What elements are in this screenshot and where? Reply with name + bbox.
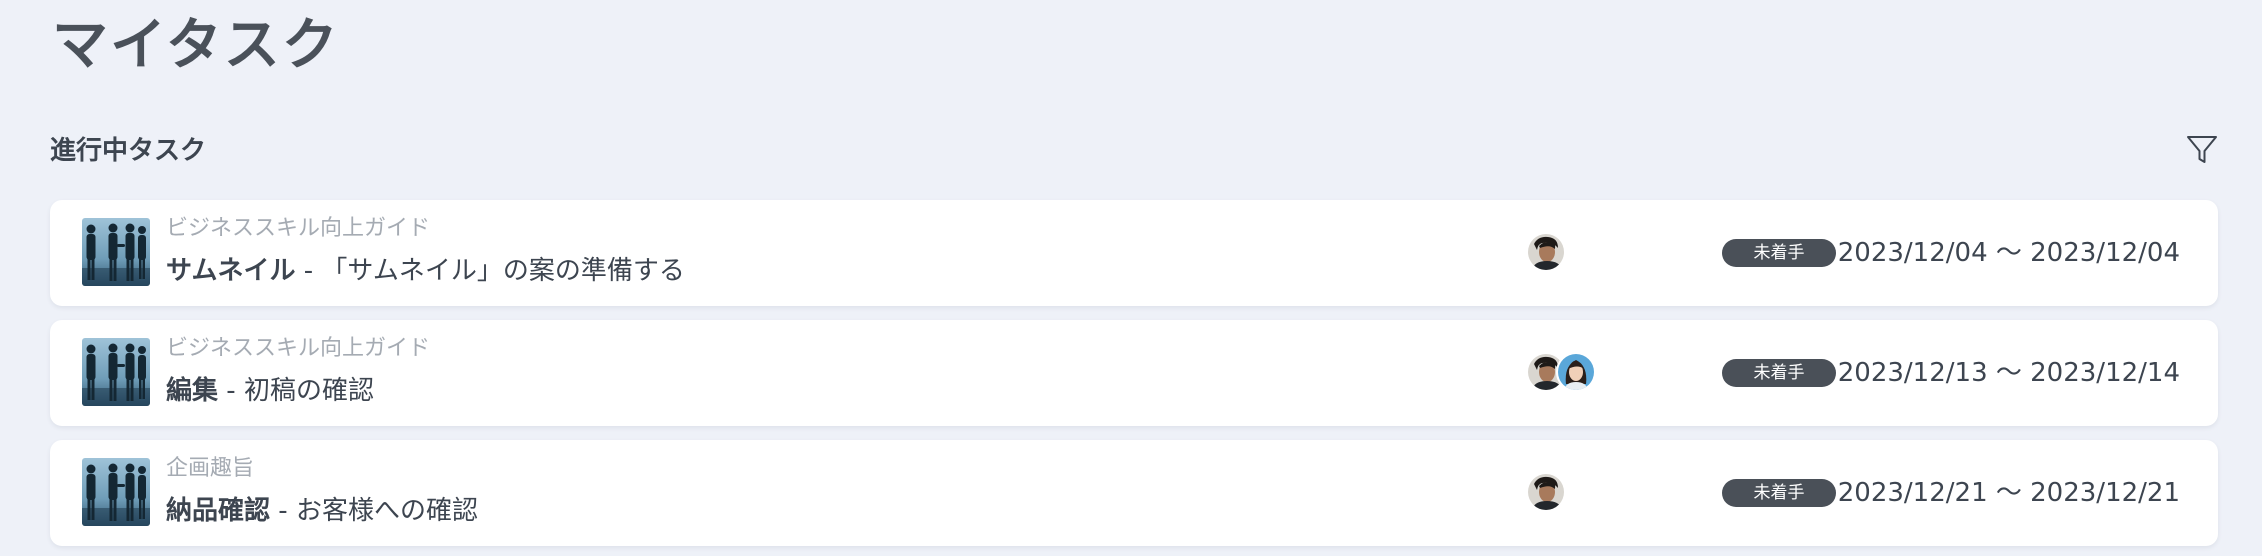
title-separator: - bbox=[295, 256, 322, 286]
filter-icon bbox=[2186, 134, 2218, 170]
task-name: 初稿の確認 bbox=[243, 376, 374, 406]
project-thumbnail bbox=[82, 458, 150, 526]
avatar[interactable] bbox=[1556, 352, 1596, 392]
date-range: 2023/12/04 〜 2023/12/04 bbox=[1837, 238, 2180, 268]
assignee-avatars bbox=[1526, 352, 1596, 392]
task-list: ビジネススキル向上ガイド サムネイル - 「サムネイル」の案の準備する 未着手 … bbox=[50, 200, 2218, 556]
assignee-avatars bbox=[1526, 472, 1566, 512]
assignee-avatars bbox=[1526, 232, 1566, 272]
status-badge: 未着手 bbox=[1722, 359, 1836, 387]
date-range: 2023/12/21 〜 2023/12/21 bbox=[1837, 478, 2180, 508]
task-title[interactable]: 編集 - 初稿の確認 bbox=[166, 374, 374, 408]
task-name: お客様への確認 bbox=[295, 496, 478, 526]
title-separator: - bbox=[270, 496, 296, 526]
task-category: サムネイル bbox=[166, 256, 296, 286]
page-title: マイタスク bbox=[52, 13, 340, 78]
status-badge: 未着手 bbox=[1722, 479, 1836, 507]
project-thumbnail bbox=[82, 218, 150, 286]
task-title[interactable]: 納品確認 - お客様への確認 bbox=[166, 494, 478, 528]
task-row[interactable]: ビジネススキル向上ガイド 編集 - 初稿の確認 未着手 2023/12/13 〜… bbox=[50, 320, 2218, 426]
status-badge: 未着手 bbox=[1722, 239, 1836, 267]
project-name: ビジネススキル向上ガイド bbox=[166, 216, 431, 241]
my-tasks-page: マイタスク 進行中タスク ビジネススキル向上ガイド サムネイル - 「サムネイル… bbox=[0, 0, 2262, 556]
task-row[interactable]: ビジネススキル向上ガイド サムネイル - 「サムネイル」の案の準備する 未着手 … bbox=[50, 200, 2218, 306]
date-range: 2023/12/13 〜 2023/12/14 bbox=[1837, 358, 2180, 388]
task-title[interactable]: サムネイル - 「サムネイル」の案の準備する bbox=[166, 254, 685, 288]
title-separator: - bbox=[218, 376, 244, 406]
section-title: 進行中タスク bbox=[50, 136, 207, 166]
task-row[interactable]: 企画趣旨 納品確認 - お客様への確認 未着手 2023/12/21 〜 202… bbox=[50, 440, 2218, 546]
project-name: ビジネススキル向上ガイド bbox=[166, 336, 431, 361]
task-name: 「サムネイル」の案の準備する bbox=[321, 256, 685, 286]
avatar[interactable] bbox=[1526, 472, 1566, 512]
project-name: 企画趣旨 bbox=[166, 456, 255, 481]
filter-button[interactable] bbox=[2182, 132, 2222, 172]
task-category: 納品確認 bbox=[166, 496, 271, 526]
avatar[interactable] bbox=[1526, 232, 1566, 272]
project-thumbnail bbox=[82, 338, 150, 406]
task-category: 編集 bbox=[166, 376, 219, 406]
